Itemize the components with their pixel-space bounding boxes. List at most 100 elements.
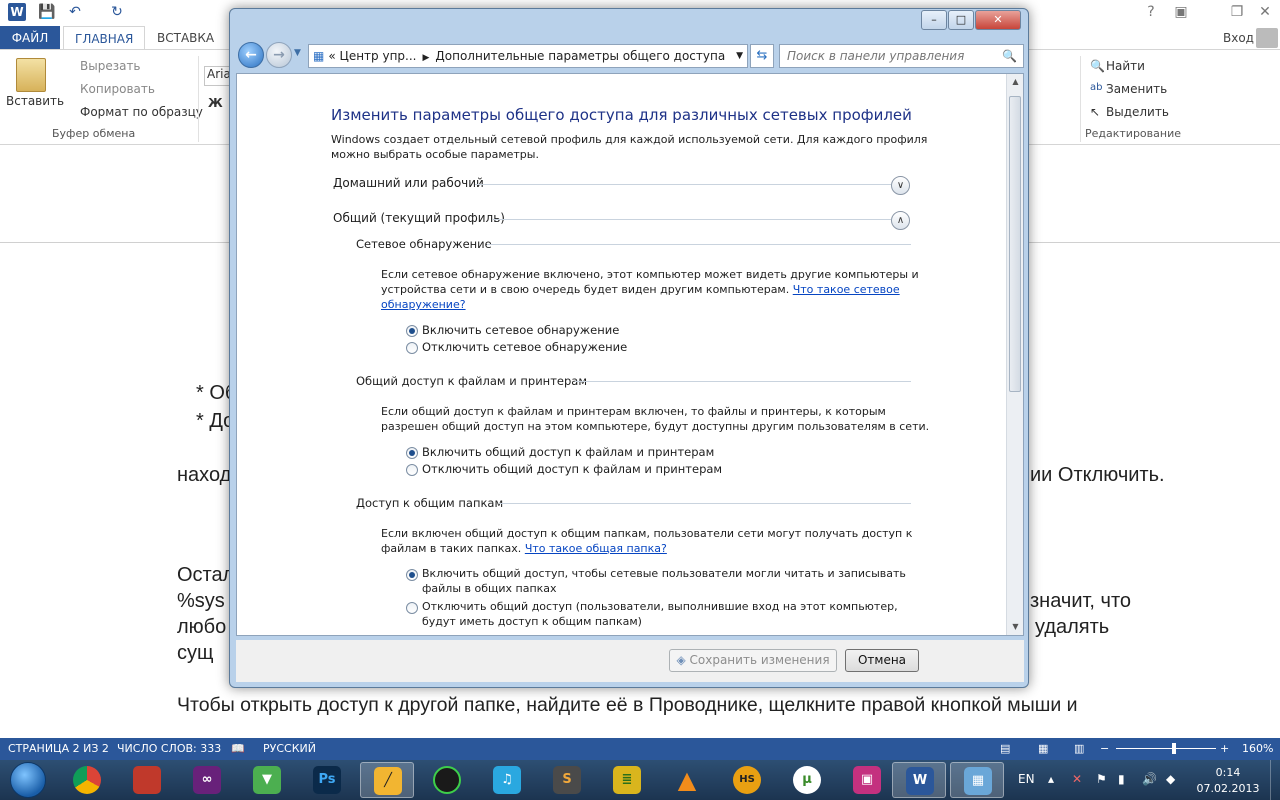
file-sharing-on-label[interactable]: Включить общий доступ к файлам и принтер… bbox=[422, 445, 714, 459]
breadcrumb-arrow-icon[interactable]: ▶ bbox=[416, 53, 435, 63]
public-folders-on-label[interactable]: файлы в общих папках bbox=[422, 582, 557, 595]
discovery-off-radio[interactable] bbox=[406, 342, 418, 354]
file-sharing-on-radio[interactable] bbox=[406, 447, 418, 459]
public-folders-off-radio[interactable] bbox=[406, 602, 418, 614]
save-icon[interactable]: 💾 bbox=[38, 3, 56, 21]
dropbox-icon[interactable]: ◆ bbox=[1166, 772, 1175, 786]
taskbar-app[interactable]: ♫ bbox=[480, 762, 534, 798]
forward-icon[interactable]: → bbox=[266, 42, 292, 68]
start-button[interactable] bbox=[2, 762, 54, 798]
taskbar-app[interactable] bbox=[120, 762, 174, 798]
power-icon[interactable]: ▮ bbox=[1118, 772, 1125, 786]
scroll-down-icon[interactable]: ▼ bbox=[1007, 619, 1023, 635]
language[interactable]: РУССКИЙ bbox=[263, 742, 316, 755]
redo-icon[interactable]: ↻ bbox=[108, 3, 126, 21]
public-folders-on-radio[interactable] bbox=[406, 569, 418, 581]
vertical-scrollbar[interactable]: ▲ ▼ bbox=[1006, 74, 1023, 635]
print-layout-icon[interactable]: ▦ bbox=[1038, 742, 1048, 755]
taskbar-sublime[interactable]: S bbox=[540, 762, 594, 798]
close-window-button[interactable]: ✕ bbox=[975, 10, 1021, 30]
taskbar-app[interactable]: ╱ bbox=[360, 762, 414, 798]
zoom-level[interactable]: 160% bbox=[1242, 742, 1273, 755]
undo-icon[interactable]: ↶ bbox=[66, 3, 84, 21]
find-button[interactable]: Найти bbox=[1106, 59, 1145, 73]
action-center-icon[interactable]: ⚑ bbox=[1096, 772, 1107, 786]
address-bar[interactable]: ▦ « Центр упр... ▶ Дополнительные параметры… bbox=[308, 44, 748, 68]
public-folders-off-label[interactable]: будут иметь доступ к общим папкам) bbox=[422, 615, 642, 628]
taskbar-visualstudio[interactable]: ∞ bbox=[180, 762, 234, 798]
profile-home-label[interactable]: Домашний или рабочий bbox=[333, 176, 484, 190]
scrollbar-thumb[interactable] bbox=[1009, 96, 1021, 392]
replace-button[interactable]: Заменить bbox=[1106, 82, 1167, 96]
search-input[interactable]: Поиск в панели управления 🔍 bbox=[779, 44, 1024, 68]
discovery-on-label[interactable]: Включить сетевое обнаружение bbox=[422, 323, 619, 337]
tab-insert[interactable]: ВСТАВКА bbox=[146, 26, 225, 50]
bold-button[interactable]: Ж bbox=[208, 96, 223, 110]
taskbar-app[interactable]: ▣ bbox=[840, 762, 894, 798]
cut-button[interactable]: Вырезать bbox=[80, 59, 141, 73]
select-button[interactable]: Выделить bbox=[1106, 105, 1169, 119]
clock-date[interactable]: 07.02.2013 bbox=[1194, 782, 1262, 795]
paste-button[interactable]: Вставить bbox=[6, 94, 64, 108]
clock-time[interactable]: 0:14 bbox=[1198, 766, 1258, 779]
breadcrumb-control-panel[interactable]: Центр упр... bbox=[340, 49, 417, 63]
history-chevron-down-icon[interactable]: ▼ bbox=[294, 48, 301, 58]
file-sharing-off-radio[interactable] bbox=[406, 464, 418, 476]
help-icon[interactable]: ? bbox=[1142, 3, 1160, 21]
zoom-in-icon[interactable]: + bbox=[1220, 742, 1229, 755]
back-icon[interactable]: ← bbox=[238, 42, 264, 68]
scroll-up-icon[interactable]: ▲ bbox=[1007, 74, 1023, 90]
show-desktop-button[interactable] bbox=[1270, 760, 1280, 800]
maximize-button[interactable]: □ bbox=[948, 10, 974, 30]
profile-public-label[interactable]: Общий (текущий профиль) bbox=[333, 211, 505, 225]
cancel-button[interactable]: Отмена bbox=[845, 649, 919, 672]
discovery-off-label[interactable]: Отключить сетевое обнаружение bbox=[422, 340, 627, 354]
address-dropdown-icon[interactable]: ▼ bbox=[736, 45, 743, 67]
public-folders-help-link[interactable]: Что такое общая папка? bbox=[525, 542, 667, 555]
taskbar-control-panel[interactable]: ▦ bbox=[950, 762, 1004, 798]
taskbar-utorrent[interactable]: µ bbox=[780, 762, 834, 798]
read-mode-icon[interactable]: ▤ bbox=[1000, 742, 1010, 755]
minimize-button[interactable]: – bbox=[921, 10, 947, 30]
avatar[interactable] bbox=[1256, 28, 1278, 48]
proofing-icon[interactable]: 📖 bbox=[231, 742, 245, 755]
expand-home-chevron-down-icon[interactable]: ∨ bbox=[891, 176, 910, 195]
save-changes-button[interactable]: ◈ Сохранить изменения bbox=[669, 649, 837, 672]
public-folders-on-label[interactable]: Включить общий доступ, чтобы сетевые пол… bbox=[422, 567, 906, 580]
taskbar-app[interactable]: ▼ bbox=[240, 762, 294, 798]
web-layout-icon[interactable]: ▥ bbox=[1074, 742, 1084, 755]
refresh-icon[interactable]: ⇆ bbox=[750, 44, 774, 68]
restore-icon[interactable]: ❐ bbox=[1228, 3, 1246, 21]
copy-button[interactable]: Копировать bbox=[80, 82, 155, 96]
discovery-on-radio[interactable] bbox=[406, 325, 418, 337]
volume-icon[interactable]: 🔊 bbox=[1142, 772, 1157, 786]
close-icon[interactable]: ✕ bbox=[1256, 3, 1274, 21]
tab-file[interactable]: ФАЙЛ bbox=[0, 26, 60, 50]
search-icon[interactable]: 🔍 bbox=[1002, 45, 1017, 67]
taskbar-app[interactable] bbox=[420, 762, 474, 798]
format-painter-button[interactable]: Формат по образцу bbox=[80, 105, 203, 119]
breadcrumb-current[interactable]: Дополнительные параметры общего доступа bbox=[435, 49, 725, 63]
word-count[interactable]: ЧИСЛО СЛОВ: 333 bbox=[117, 742, 221, 755]
taskbar-word[interactable]: W bbox=[892, 762, 946, 798]
discovery-help-link[interactable]: Что такое сетевое bbox=[793, 283, 900, 296]
tab-home[interactable]: ГЛАВНАЯ bbox=[63, 26, 146, 50]
paste-icon[interactable] bbox=[16, 58, 46, 92]
tray-expand-icon[interactable]: ▴ bbox=[1048, 772, 1054, 786]
ribbon-display-icon[interactable]: ▣ bbox=[1172, 3, 1190, 21]
taskbar-photoshop[interactable]: Ps bbox=[300, 762, 354, 798]
zoom-out-icon[interactable]: − bbox=[1100, 742, 1109, 755]
taskbar-chrome[interactable] bbox=[60, 762, 114, 798]
taskbar-app[interactable]: HS bbox=[720, 762, 774, 798]
taskbar-vlc[interactable]: ▲ bbox=[660, 762, 714, 798]
zoom-slider[interactable] bbox=[1116, 748, 1216, 749]
zoom-slider-thumb[interactable] bbox=[1172, 743, 1176, 754]
page-count[interactable]: СТРАНИЦА 2 ИЗ 2 bbox=[8, 742, 109, 755]
public-folders-off-label[interactable]: Отключить общий доступ (пользователи, вы… bbox=[422, 600, 898, 613]
discovery-help-link-cont[interactable]: обнаружение? bbox=[381, 298, 466, 311]
input-language[interactable]: EN bbox=[1018, 772, 1035, 786]
font-name-field[interactable]: Arial bbox=[204, 66, 232, 86]
taskbar-app[interactable]: ≣ bbox=[600, 762, 654, 798]
file-sharing-off-label[interactable]: Отключить общий доступ к файлам и принте… bbox=[422, 462, 722, 476]
collapse-public-chevron-up-icon[interactable]: ∧ bbox=[891, 211, 910, 230]
